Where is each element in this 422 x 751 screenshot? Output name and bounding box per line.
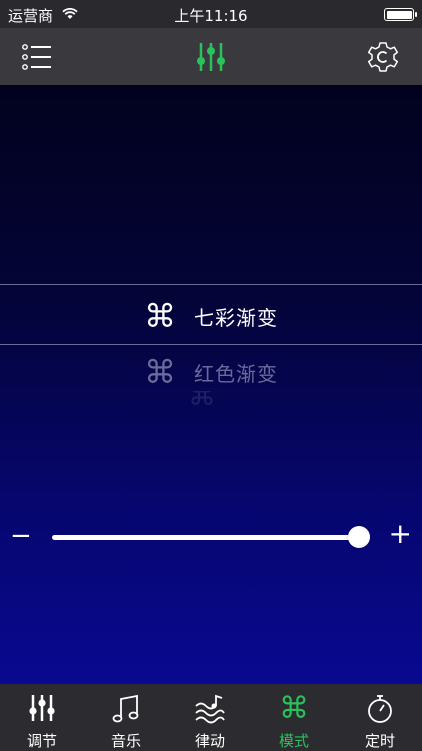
battery-icon (384, 8, 417, 21)
command-key-icon: ⌘ (188, 391, 216, 411)
clock: 上午11:16 (174, 7, 248, 25)
mode-label: 七彩渐变 (194, 305, 278, 330)
increase-button[interactable]: + (389, 517, 412, 550)
tab-adjust[interactable]: 调节 (0, 684, 84, 751)
mode-label: 红色渐变 (194, 361, 278, 386)
mode-option-selected[interactable]: ⌘ 七彩渐变 (0, 287, 422, 345)
tab-mode[interactable]: ⌘ 模式 (252, 684, 336, 751)
tab-music[interactable]: 音乐 (84, 684, 168, 751)
command-key-icon: ⌘ (144, 353, 176, 391)
equalizer-icon[interactable] (192, 38, 230, 76)
tab-label: 音乐 (110, 732, 141, 750)
tab-rhythm[interactable]: 律动 (168, 684, 252, 751)
tab-label: 定时 (364, 732, 395, 750)
tab-label: 模式 (278, 732, 309, 750)
nav-bar (0, 28, 422, 85)
music-note-icon (84, 694, 168, 724)
tab-label: 律动 (194, 732, 225, 750)
tab-bar: 调节 音乐 律动 ⌘ 模式 定时 (0, 683, 422, 751)
speed-slider-thumb[interactable] (348, 526, 370, 548)
tab-timer[interactable]: 定时 (338, 684, 422, 751)
command-key-icon: ⌘ (279, 691, 309, 726)
picker-top-divider (0, 284, 422, 285)
command-key-icon: ⌘ (144, 297, 176, 335)
stopwatch-icon (338, 694, 422, 724)
settings-gear-icon[interactable] (364, 38, 402, 76)
list-icon[interactable] (18, 38, 56, 76)
speed-slider-track[interactable] (52, 535, 360, 540)
rhythm-waves-icon (168, 694, 252, 724)
equalizer-icon (0, 694, 84, 724)
decrease-button[interactable]: − (10, 521, 32, 551)
tab-label: 调节 (26, 732, 57, 750)
status-bar: 运营商 上午11:16 (0, 0, 422, 28)
mode-picker-area: ⌘ 七彩渐变 ⌘ 红色渐变 ⌘ − + (0, 85, 422, 683)
mode-option-faded: ⌘ (0, 391, 422, 411)
